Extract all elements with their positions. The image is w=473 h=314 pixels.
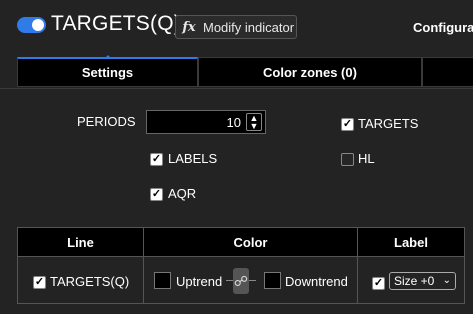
- periods-input[interactable]: 10 ▲ ▼: [146, 110, 266, 134]
- line-cell: ✓ TARGETS(Q): [17, 256, 144, 304]
- column-header-color: Color: [143, 227, 358, 257]
- targets-label: TARGETS: [358, 116, 419, 131]
- link-chain-icon[interactable]: ☍: [233, 268, 249, 294]
- tab-bar: Settings Color zones (0): [0, 56, 473, 88]
- tab-more[interactable]: [422, 57, 473, 87]
- label-size-value: Size +0: [394, 274, 435, 288]
- aqr-checkbox[interactable]: ✓: [150, 188, 163, 201]
- color-cell: Uptrend ☍ Downtrend: [143, 256, 358, 304]
- column-header-line: Line: [17, 227, 144, 257]
- labels-label: LABELS: [168, 151, 218, 166]
- function-icon: fx: [182, 19, 196, 35]
- hl-label: HL: [358, 151, 375, 166]
- line-visible-checkbox[interactable]: ✓: [33, 276, 46, 289]
- modify-indicator-button[interactable]: fx Modify indicator: [175, 15, 297, 39]
- labels-checkbox[interactable]: ✓: [150, 153, 163, 166]
- label-size-select[interactable]: Size +0 ⌄: [389, 272, 456, 290]
- chevron-down-icon: ⌄: [442, 275, 451, 286]
- downtrend-color-swatch[interactable]: [264, 272, 281, 289]
- stepper-down-icon[interactable]: ▼: [247, 122, 261, 131]
- targets-checkbox[interactable]: ✓: [341, 118, 354, 131]
- periods-stepper[interactable]: ▲ ▼: [246, 113, 262, 131]
- tab-color-zones[interactable]: Color zones (0): [198, 57, 422, 87]
- indicator-toggle[interactable]: [17, 17, 46, 33]
- column-header-label: Label: [357, 227, 465, 257]
- label-visible-checkbox[interactable]: ✓: [372, 277, 385, 290]
- configuration-label[interactable]: Configura: [413, 20, 473, 35]
- uptrend-label: Uptrend: [176, 274, 223, 289]
- indicator-title: TARGETS(Q): [51, 12, 181, 35]
- uptrend-color-swatch[interactable]: [154, 272, 171, 289]
- aqr-label: AQR: [168, 186, 197, 201]
- tab-settings[interactable]: Settings: [17, 57, 198, 87]
- tab-divider: [0, 88, 473, 89]
- periods-value: 10: [226, 115, 241, 130]
- periods-label: PERIODS: [77, 114, 136, 129]
- line-settings-table: Line Color Label ✓ TARGETS(Q) Uptrend ☍ …: [17, 227, 465, 305]
- hl-checkbox[interactable]: [341, 153, 354, 166]
- toggle-knob: [32, 19, 44, 31]
- link-line-right: [249, 280, 256, 281]
- link-line-left: [226, 280, 233, 281]
- indicator-header: TARGETS(Q) fx Modify indicator Configura: [0, 0, 473, 56]
- modify-indicator-label: Modify indicator: [203, 19, 295, 35]
- downtrend-label: Downtrend: [285, 274, 348, 289]
- label-cell: ✓ Size +0 ⌄: [357, 256, 465, 304]
- line-name: TARGETS(Q): [50, 274, 130, 289]
